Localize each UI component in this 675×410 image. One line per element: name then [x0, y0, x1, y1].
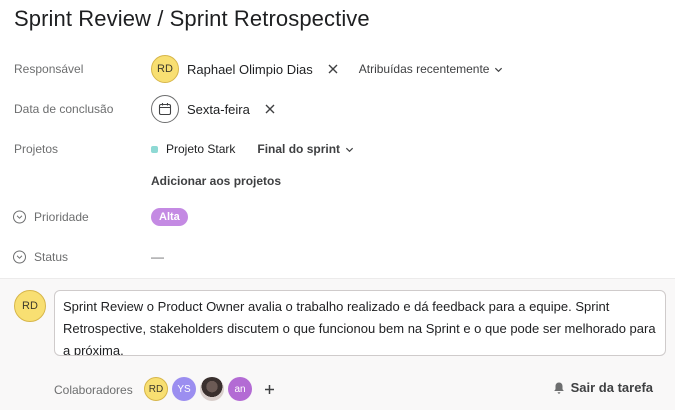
- comment-section: RD Sprint Review o Product Owner avalia …: [0, 278, 675, 410]
- add-collaborator-plus-icon[interactable]: [262, 382, 276, 396]
- due-date-text[interactable]: Sexta-feira: [187, 102, 250, 117]
- due-date-label: Data de conclusão: [14, 102, 114, 116]
- priority-pill[interactable]: Alta: [151, 208, 188, 226]
- priority-value[interactable]: Alta: [151, 208, 188, 226]
- priority-label: Prioridade: [34, 210, 89, 224]
- collaborators-label: Colaboradores: [54, 383, 133, 397]
- bell-icon: [553, 382, 564, 394]
- calendar-icon[interactable]: [151, 95, 179, 123]
- chevron-down-icon: [495, 67, 503, 72]
- chevron-down-circle-icon[interactable]: [13, 210, 26, 224]
- due-date-row: Data de conclusão Sexta-feira: [0, 91, 675, 127]
- status-label: Status: [34, 250, 69, 264]
- assignee-row: Responsável RD Raphael Olimpio Dias Atri…: [0, 51, 675, 87]
- assignee-label: Responsável: [14, 62, 84, 76]
- collaborator-avatar[interactable]: RD: [144, 377, 168, 401]
- section-label: Final do sprint: [257, 142, 341, 156]
- collaborator-avatar-photo[interactable]: [200, 377, 224, 401]
- collaborator-avatar[interactable]: YS: [172, 377, 196, 401]
- assignee-name[interactable]: Raphael Olimpio Dias: [187, 62, 313, 77]
- collaborators-list: RD YS an: [144, 377, 276, 401]
- status-empty-value[interactable]: —: [151, 250, 164, 265]
- recent-assignments-label: Atribuídas recentemente: [358, 62, 490, 76]
- chevron-down-circle-icon[interactable]: [13, 250, 26, 264]
- comment-author-avatar: RD: [14, 290, 46, 322]
- task-title[interactable]: Sprint Review / Sprint Retrospective: [14, 6, 370, 32]
- comment-input[interactable]: Sprint Review o Product Owner avalia o t…: [54, 290, 666, 356]
- priority-row: Prioridade Alta: [0, 199, 675, 235]
- recent-assignments-dropdown[interactable]: Atribuídas recentemente: [359, 62, 504, 76]
- assignee-value[interactable]: RD Raphael Olimpio Dias Atribuídas recen…: [151, 55, 503, 83]
- leave-task-label: Sair da tarefa: [570, 380, 653, 395]
- project-color-dot: [151, 145, 158, 153]
- section-dropdown[interactable]: Final do sprint: [257, 142, 354, 156]
- project-name-link[interactable]: Projeto Stark: [166, 142, 235, 156]
- projects-label: Projetos: [14, 142, 59, 156]
- projects-row: Projetos Projeto Stark Final do sprint: [0, 131, 675, 167]
- collaborator-avatar[interactable]: an: [228, 377, 252, 401]
- chevron-down-icon: [345, 147, 354, 152]
- remove-assignee-close-icon[interactable]: [327, 63, 339, 75]
- clear-due-date-close-icon[interactable]: [264, 103, 276, 115]
- assignee-avatar[interactable]: RD: [151, 55, 179, 83]
- leave-task-button[interactable]: Sair da tarefa: [552, 380, 653, 395]
- projects-value: Projeto Stark Final do sprint: [151, 142, 354, 156]
- due-date-value[interactable]: Sexta-feira: [151, 95, 276, 123]
- status-value[interactable]: —: [151, 250, 164, 265]
- status-row: Status —: [0, 239, 675, 275]
- add-to-projects-button[interactable]: Adicionar aos projetos: [151, 174, 281, 188]
